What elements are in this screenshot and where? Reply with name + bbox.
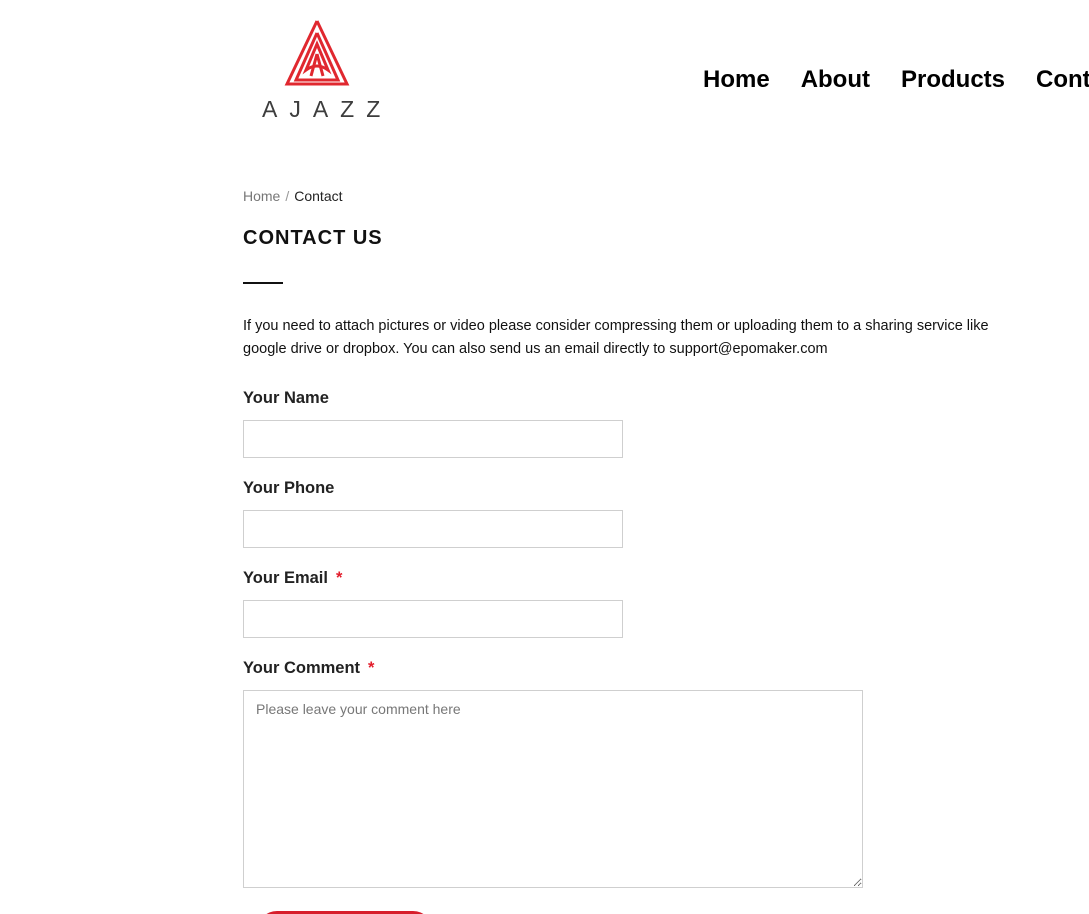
intro-text: If you need to attach pictures or video …	[243, 318, 989, 357]
name-label-text: Your Name	[243, 389, 329, 407]
email-label-text: Your Email	[243, 569, 328, 587]
name-label: Your Name	[243, 389, 329, 408]
breadcrumb-current: Contact	[294, 188, 343, 204]
brand-wordmark: AJAZZ	[262, 96, 393, 122]
required-marker: *	[335, 569, 343, 587]
nav-item-products[interactable]: Products	[901, 66, 1005, 94]
ajazz-logo-icon	[284, 20, 350, 86]
title-divider	[243, 282, 283, 284]
main-nav: Home About Products Cont	[703, 66, 1089, 94]
phone-label: Your Phone	[243, 479, 334, 498]
email-input[interactable]	[243, 600, 623, 638]
phone-input[interactable]	[243, 510, 623, 548]
email-label: Your Email *	[243, 569, 342, 588]
page-title: CONTACT US	[243, 227, 383, 249]
comment-textarea[interactable]	[243, 690, 863, 888]
nav-item-home[interactable]: Home	[703, 66, 770, 94]
breadcrumb: Home / Contact	[243, 188, 343, 204]
name-input[interactable]	[243, 420, 623, 458]
breadcrumb-home-link[interactable]: Home	[243, 188, 280, 204]
comment-label-text: Your Comment	[243, 659, 361, 677]
breadcrumb-separator: /	[285, 188, 290, 204]
brand-logo[interactable]: AJAZZ	[258, 16, 380, 122]
phone-label-text: Your Phone	[243, 479, 335, 497]
nav-item-about[interactable]: About	[801, 66, 870, 94]
nav-item-contact[interactable]: Cont	[1036, 66, 1089, 94]
required-marker: *	[368, 659, 375, 677]
comment-label: Your Comment *	[243, 659, 374, 678]
